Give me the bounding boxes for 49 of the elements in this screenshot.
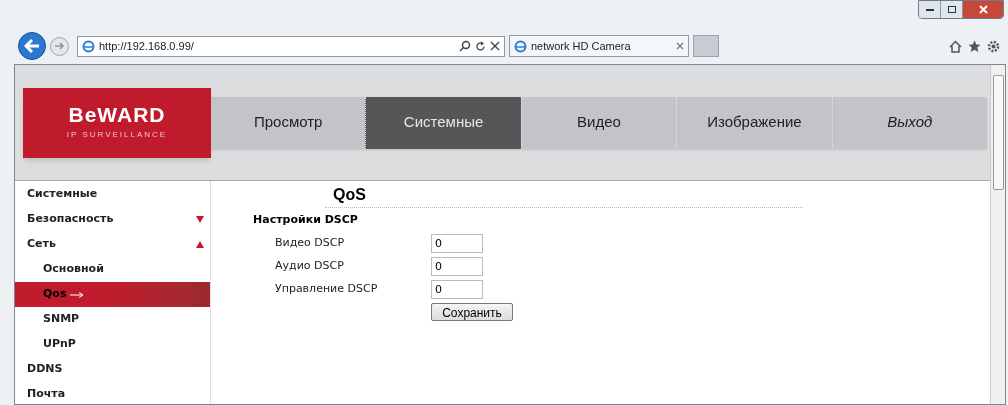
back-arrow-icon [24,39,40,53]
address-text: http://192.168.0.99/ [99,38,195,54]
forward-arrow-icon [54,42,65,50]
save-button[interactable]: Сохранить [431,302,513,321]
scrollbar[interactable] [990,65,1005,404]
collapse-arrow-icon [196,241,204,248]
close-icon [978,5,988,14]
scroll-thumb[interactable] [992,75,1004,190]
stop-icon[interactable] [490,41,500,51]
logo-name: BeWARD [68,104,166,125]
input-field[interactable]: 0 [431,279,483,299]
sidebar-item[interactable]: Сеть [15,232,210,257]
maximize-button[interactable] [941,1,963,18]
nav-tab[interactable]: Видео [520,96,677,149]
sidebar-item[interactable]: Безопасность [15,207,210,232]
logo-tagline: IP SURVEILLANCE [66,129,168,141]
refresh-icon[interactable] [475,40,486,52]
back-button[interactable] [18,32,46,60]
nav-tab[interactable]: Выход [831,96,988,149]
page-icon [82,39,95,53]
close-icon[interactable] [676,42,684,50]
field-label: Видео DSCP [275,234,346,251]
right-arrow-icon [70,291,85,298]
nav-tab[interactable]: Системные [365,96,521,149]
star-icon[interactable] [968,39,981,53]
settings-icon[interactable] [987,39,1000,53]
page-title: QoS [333,186,366,203]
nav-tab[interactable]: Просмотр [211,96,366,149]
browser-tab[interactable]: network HD Camera [509,35,689,57]
minimize-button[interactable] [919,1,941,18]
sidebar-item[interactable]: Почта [15,382,210,405]
nav-tab[interactable]: Изображение [676,96,832,149]
expand-arrow-icon [196,216,204,223]
home-icon[interactable] [949,39,962,53]
tab-title: network HD Camera [531,38,632,54]
page-icon [514,39,527,53]
search-icon[interactable] [459,40,471,52]
field-label: Аудио DSCP [275,257,345,274]
input-field[interactable]: 0 [431,256,483,276]
sidebar-item[interactable]: DDNS [15,357,210,382]
sidebar-item[interactable]: SNMP [15,307,210,332]
sidebar-item[interactable]: UPnP [15,332,210,357]
field-label: Управление DSCP [275,280,379,297]
address-bar[interactable]: http://192.168.0.99/ [77,35,505,57]
sidebar-item[interactable]: Основной [15,257,210,282]
close-button[interactable] [963,1,1003,18]
sidebar-item[interactable]: Системные [15,182,210,207]
input-field[interactable]: 0 [431,233,483,253]
section-heading: Настройки DSCP [253,212,358,228]
